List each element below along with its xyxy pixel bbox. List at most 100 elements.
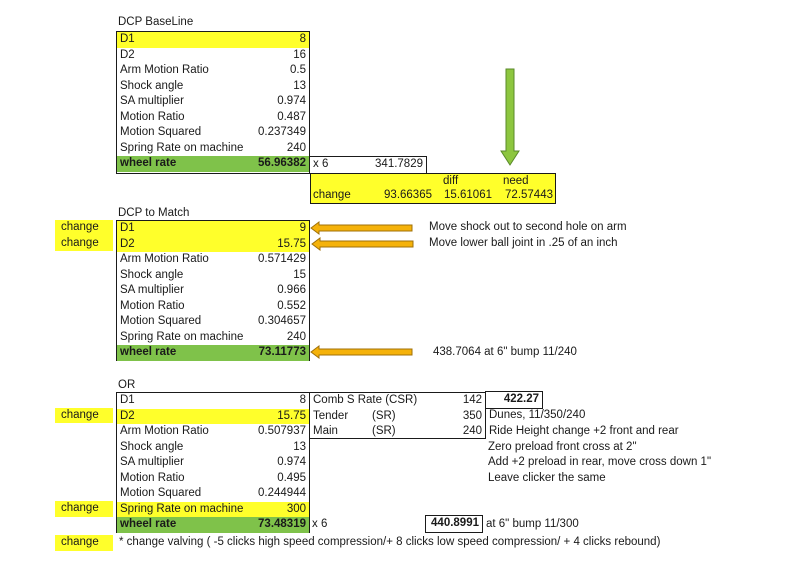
note-wheel-rate: 438.7064 at 6" bump 11/240: [433, 346, 577, 358]
row-label: Motion Ratio: [120, 471, 185, 484]
note-line: Zero preload front cross at 2": [488, 441, 637, 453]
note-d2: Move lower ball joint in .25 of an inch: [429, 237, 618, 249]
csr-result: 422.27: [503, 393, 539, 405]
or-row-d2: D2 15.75: [117, 408, 309, 424]
change-tag-d2: change: [55, 407, 113, 423]
spring-value: 142: [462, 394, 482, 406]
orange-left-arrow-icon: [310, 345, 413, 359]
row-value: 0.974: [277, 95, 306, 107]
row-value: 9: [299, 222, 306, 234]
spring-row-csr: Comb S Rate (CSR) 142: [310, 393, 485, 409]
or-product-box: 440.8991: [425, 515, 483, 533]
row-value: 0.487: [277, 110, 306, 123]
or-table: D1 8 D2 15.75 Arm Motion Ratio 0.507937 Sho…: [116, 392, 310, 533]
baseline-title: DCP BaseLine: [118, 16, 194, 28]
row-label: D1: [120, 33, 135, 45]
spring-label: Comb S Rate (CSR): [313, 394, 418, 406]
row-label: Motion Squared: [120, 126, 202, 138]
spring-row-tender: Tender (SR) 350: [310, 409, 485, 425]
or-row-wheel-rate: wheel rate 73.48319: [117, 517, 309, 533]
baseline-row-wheel-rate: wheel rate 56.96382: [117, 156, 309, 172]
spring-label: Tender: [313, 409, 349, 422]
row-label: D2: [120, 237, 135, 250]
row-label: Shock angle: [120, 79, 184, 92]
row-label: Arm Motion Ratio: [120, 253, 209, 265]
row-value: 0.966: [277, 284, 306, 296]
or-row-motion-ratio: Motion Ratio 0.495: [117, 471, 309, 487]
row-value: 15.75: [277, 237, 306, 250]
row-value: 0.244944: [258, 487, 306, 499]
spring-rate-table: Comb S Rate (CSR) 142 Tender (SR) 350 Ma…: [309, 392, 486, 439]
row-value: 0.5: [290, 64, 306, 76]
row-value: 8: [299, 33, 306, 45]
need-value: 72.57443: [505, 189, 553, 201]
spring-tag: (SR): [372, 425, 396, 437]
baseline-row-motion-squared: Motion Squared 0.237349: [117, 125, 309, 141]
change-value: 93.66365: [384, 189, 432, 201]
row-label: Motion Squared: [120, 315, 202, 327]
row-label: D2: [120, 48, 135, 61]
row-value: 0.571429: [258, 253, 306, 265]
change-tag-d1: change: [55, 220, 113, 236]
or-row-arm-motion-ratio: Arm Motion Ratio 0.507937: [117, 424, 309, 440]
note-line: Dunes, 11/350/240: [489, 409, 586, 421]
baseline-row-d2: D2 16: [117, 48, 309, 64]
match-row-motion-squared: Motion Squared 0.304657: [117, 314, 309, 330]
row-label: Spring Rate on machine: [120, 141, 244, 154]
row-label: Motion Ratio: [120, 299, 185, 312]
row-label: wheel rate: [120, 157, 177, 169]
row-label: SA multiplier: [120, 284, 184, 296]
row-label: D2: [120, 409, 135, 422]
change-tag-valving: change: [55, 535, 113, 551]
row-value: 56.96382: [258, 157, 306, 169]
match-row-wheel-rate: wheel rate 73.11773: [117, 345, 309, 361]
row-value: 73.48319: [258, 518, 306, 530]
row-value: 15.75: [277, 409, 306, 422]
row-value: 0.552: [277, 299, 306, 312]
row-value: 240: [286, 141, 306, 154]
row-label: wheel rate: [120, 346, 177, 358]
row-value: 0.974: [277, 456, 306, 468]
row-label: Arm Motion Ratio: [120, 64, 209, 76]
row-label: Shock angle: [120, 440, 184, 453]
baseline-row-motion-ratio: Motion Ratio 0.487: [117, 110, 309, 126]
spring-label: Main: [313, 425, 338, 437]
note-line: Add +2 preload in rear, move cross down …: [488, 456, 712, 468]
match-row-d2: D2 15.75: [117, 236, 309, 252]
change-label: change: [313, 189, 351, 201]
baseline-product-box: x 6 341.7829: [309, 156, 427, 174]
change-tag-d2: change: [55, 235, 113, 251]
row-label: Spring Rate on machine: [120, 502, 244, 515]
need-label: need: [503, 175, 529, 187]
row-label: Spring Rate on machine: [120, 330, 244, 343]
baseline-row-shock-angle: Shock angle 13: [117, 79, 309, 95]
note-line: Ride Height change +2 front and rear: [489, 425, 679, 437]
row-label: SA multiplier: [120, 456, 184, 468]
row-value: 0.304657: [258, 315, 306, 327]
or-row-shock-angle: Shock angle 13: [117, 440, 309, 456]
or-row-d1: D1 8: [117, 393, 309, 409]
csr-result-box: 422.27: [485, 391, 543, 409]
diff-label: diff: [443, 175, 459, 187]
row-label: Motion Ratio: [120, 110, 185, 123]
row-label: wheel rate: [120, 518, 177, 530]
match-table: D1 9 D2 15.75 Arm Motion Ratio 0.571429 Sho…: [116, 220, 310, 361]
match-row-arm-motion-ratio: Arm Motion Ratio 0.571429: [117, 252, 309, 268]
row-value: 0.495: [277, 471, 306, 484]
baseline-row-arm-motion-ratio: Arm Motion Ratio 0.5: [117, 63, 309, 79]
or-row-spring-rate: Spring Rate on machine 300: [117, 501, 309, 517]
match-row-spring-rate: Spring Rate on machine 240: [117, 330, 309, 346]
row-label: Motion Squared: [120, 487, 202, 499]
spring-value: 240: [462, 425, 482, 437]
note-d1: Move shock out to second hole on arm: [429, 221, 627, 233]
row-value: 300: [286, 502, 306, 515]
spring-row-main: Main (SR) 240: [310, 424, 485, 440]
spring-value: 350: [462, 409, 482, 422]
note-line: Leave clicker the same: [488, 472, 606, 484]
or-multiplier: x 6: [312, 518, 328, 530]
row-label: SA multiplier: [120, 95, 184, 107]
baseline-row-spring-rate: Spring Rate on machine 240: [117, 141, 309, 157]
row-value: 0.237349: [258, 126, 306, 138]
row-value: 240: [286, 330, 306, 343]
baseline-product: 341.7829: [375, 158, 423, 170]
